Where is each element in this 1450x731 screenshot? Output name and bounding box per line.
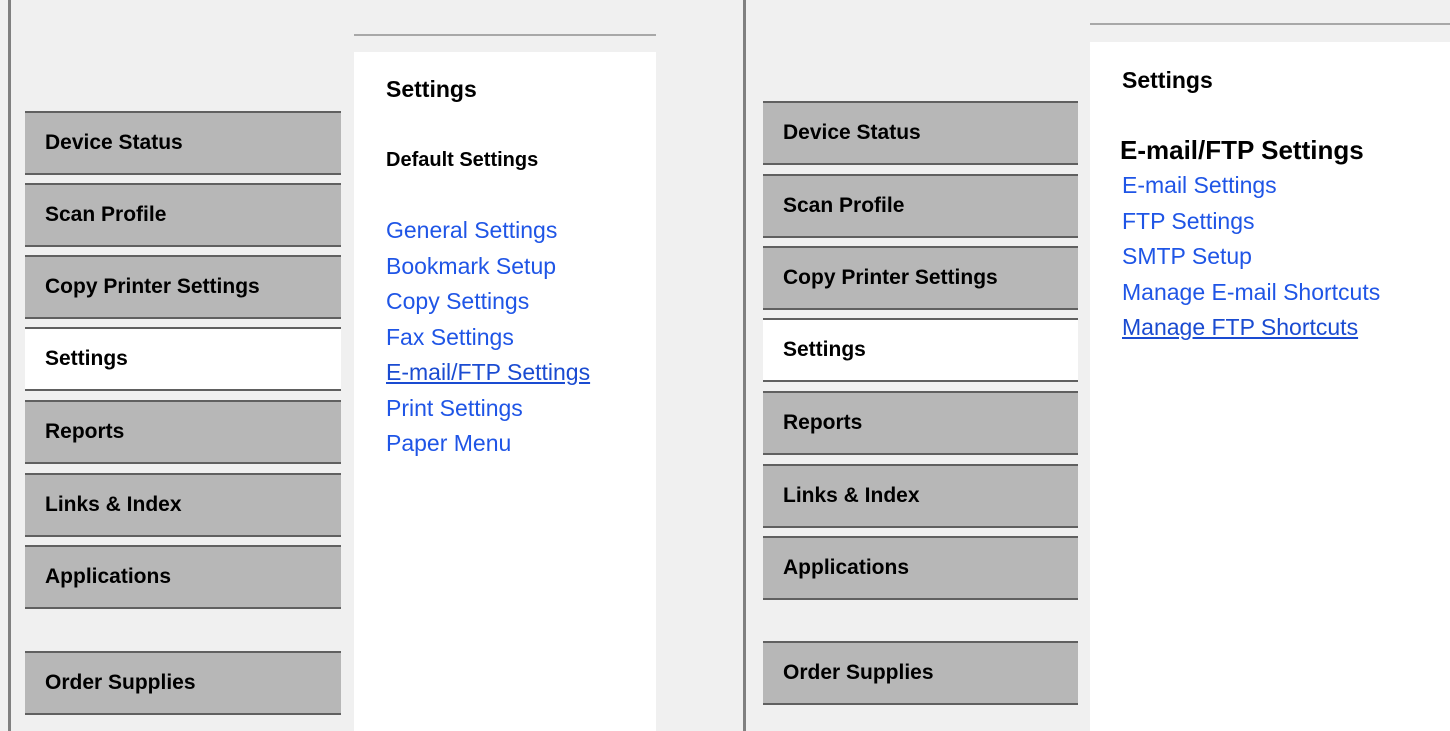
list-item: Paper Menu [386, 426, 590, 462]
left-nav-device-status[interactable]: Device Status [25, 111, 341, 175]
list-item: Bookmark Setup [386, 249, 590, 285]
list-item: Copy Settings [386, 284, 590, 320]
list-item: General Settings [386, 213, 590, 249]
left-nav-order-supplies[interactable]: Order Supplies [25, 651, 341, 715]
link-manage-ftp-shortcuts[interactable]: Manage FTP Shortcuts [1122, 314, 1358, 340]
left-nav-reports[interactable]: Reports [25, 400, 341, 464]
right-nav-device-status[interactable]: Device Status [763, 101, 1078, 165]
link-ftp-settings[interactable]: FTP Settings [1122, 208, 1255, 234]
left-panel-border [8, 0, 11, 731]
list-item: E-mail Settings [1122, 168, 1380, 204]
right-nav-links-index[interactable]: Links & Index [763, 464, 1078, 528]
right-email-ftp-links: E-mail Settings FTP Settings SMTP Setup … [1122, 168, 1380, 346]
left-nav-copy-printer-settings[interactable]: Copy Printer Settings [25, 255, 341, 319]
link-email-settings[interactable]: E-mail Settings [1122, 172, 1277, 198]
right-section-subtitle: E-mail/FTP Settings [1120, 135, 1364, 165]
list-item: SMTP Setup [1122, 239, 1380, 275]
list-item: Print Settings [386, 391, 590, 427]
list-item: Fax Settings [386, 320, 590, 356]
left-section-subtitle: Default Settings [386, 149, 539, 171]
right-page-title: Settings [1122, 67, 1213, 93]
right-panel-border [743, 0, 746, 731]
right-nav-applications[interactable]: Applications [763, 536, 1078, 600]
link-bookmark-setup[interactable]: Bookmark Setup [386, 253, 556, 279]
list-item: Manage FTP Shortcuts [1122, 310, 1380, 346]
link-manage-email-shortcuts[interactable]: Manage E-mail Shortcuts [1122, 279, 1380, 305]
link-fax-settings[interactable]: Fax Settings [386, 324, 514, 350]
link-smtp-setup[interactable]: SMTP Setup [1122, 243, 1252, 269]
left-header-divider [354, 34, 656, 36]
left-nav-applications[interactable]: Applications [25, 545, 341, 609]
right-header-divider [1090, 23, 1450, 25]
right-nav-reports[interactable]: Reports [763, 391, 1078, 455]
left-nav-links-index[interactable]: Links & Index [25, 473, 341, 537]
list-item: E-mail/FTP Settings [386, 355, 590, 391]
right-nav-scan-profile[interactable]: Scan Profile [763, 174, 1078, 238]
link-email-ftp-settings[interactable]: E-mail/FTP Settings [386, 359, 590, 385]
left-settings-links: General Settings Bookmark Setup Copy Set… [386, 213, 590, 462]
left-page-title: Settings [386, 76, 477, 102]
link-print-settings[interactable]: Print Settings [386, 395, 523, 421]
right-nav-order-supplies[interactable]: Order Supplies [763, 641, 1078, 705]
list-item: FTP Settings [1122, 204, 1380, 240]
right-nav-copy-printer-settings[interactable]: Copy Printer Settings [763, 246, 1078, 310]
link-copy-settings[interactable]: Copy Settings [386, 288, 529, 314]
link-paper-menu[interactable]: Paper Menu [386, 430, 511, 456]
link-general-settings[interactable]: General Settings [386, 217, 557, 243]
list-item: Manage E-mail Shortcuts [1122, 275, 1380, 311]
right-nav-settings[interactable]: Settings [763, 318, 1078, 382]
left-nav-settings[interactable]: Settings [25, 327, 341, 391]
left-nav-scan-profile[interactable]: Scan Profile [25, 183, 341, 247]
